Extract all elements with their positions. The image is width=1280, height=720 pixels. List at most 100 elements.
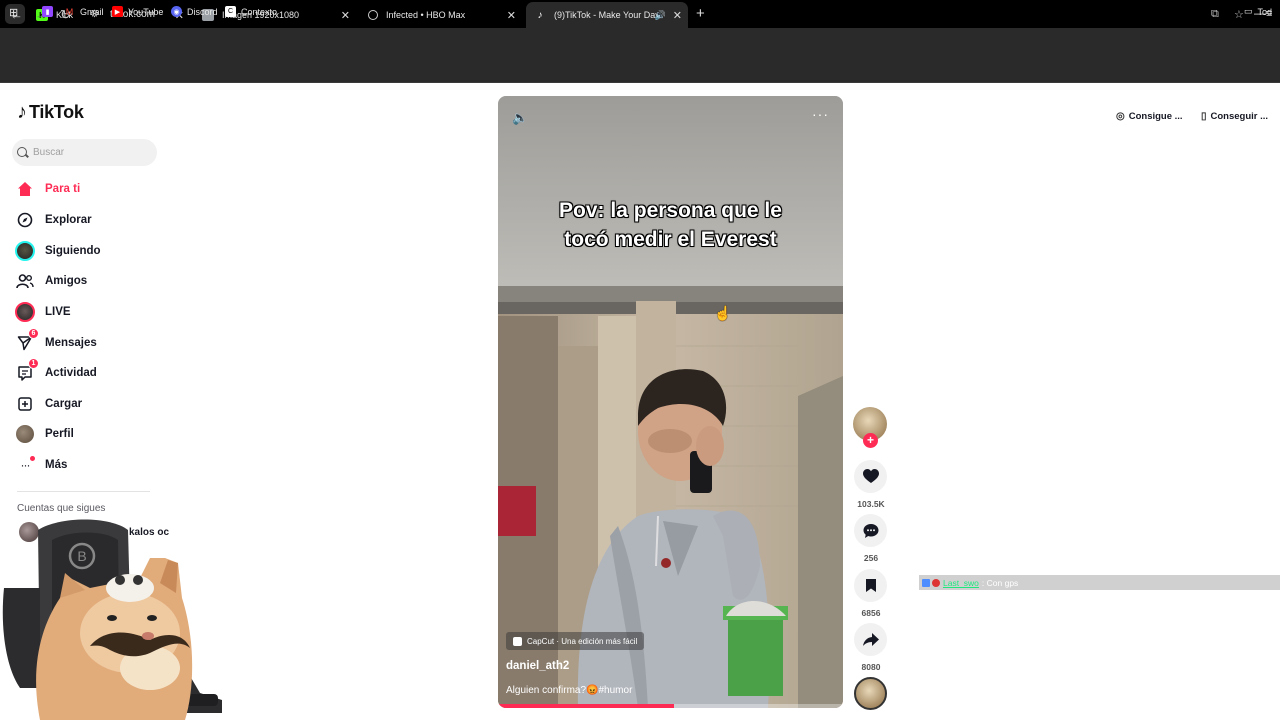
gmail-icon: M <box>65 6 74 17</box>
tab-title: (9)TikTok - Make Your Day <box>554 10 660 20</box>
following-section-title: Cuentas que sigues <box>17 503 106 514</box>
notification-dot <box>30 456 35 461</box>
nav-mensajes[interactable]: 6 Mensajes <box>14 328 97 355</box>
new-tab-button[interactable]: + <box>696 6 705 21</box>
capcut-tag[interactable]: CapCut · Una edición más fácil <box>506 632 645 650</box>
profile-avatar-icon <box>14 423 36 445</box>
mouse-cursor-icon: ☝ <box>714 305 732 321</box>
nav-explorar[interactable]: Explorar <box>14 208 92 232</box>
folder-icon: ▭ <box>1244 6 1253 16</box>
video-progress-bar[interactable] <box>498 704 843 708</box>
sidebar-divider <box>17 491 150 492</box>
following-avatar-icon <box>14 240 36 262</box>
contexto-icon: C <box>225 6 236 17</box>
chat-badge-icon <box>932 578 940 587</box>
cat-gaming-chair-overlay: B <box>2 519 222 720</box>
nav-label: Siguiendo <box>45 245 101 257</box>
live-avatar-icon <box>14 301 36 323</box>
nav-live[interactable]: LIVE <box>14 300 71 324</box>
like-count: 103.5K <box>857 499 885 509</box>
bookmark-youtube[interactable]: ▶ YouTube <box>112 6 163 17</box>
get-app-button[interactable]: ▯ Conseguir ... <box>1201 111 1268 122</box>
bookmark-gmail[interactable]: M Gmail <box>64 6 104 17</box>
video-username[interactable]: daniel_ath2 <box>506 660 569 672</box>
bookmarks-bar <box>0 58 1280 83</box>
like-button[interactable] <box>854 460 887 493</box>
bookmark-star-icon[interactable]: ☆ <box>1234 8 1244 21</box>
bookmark-label: Contexto <box>241 6 278 17</box>
nav-label: Explorar <box>45 214 92 226</box>
tiktok-logo[interactable]: ♪ TikTok <box>17 101 84 124</box>
search-bar[interactable] <box>12 139 157 166</box>
follow-plus-button[interactable]: + <box>863 433 878 448</box>
nav-label: LIVE <box>45 306 71 318</box>
nav-actividad[interactable]: 1 Actividad <box>14 358 97 385</box>
apps-grid-icon[interactable]: ⊞ <box>9 6 18 19</box>
close-icon[interactable]: ✕ <box>507 9 516 22</box>
save-count: 6856 <box>861 608 881 618</box>
button-label: Conseguir ... <box>1210 111 1269 122</box>
close-icon[interactable]: ✕ <box>673 9 682 22</box>
comment-icon <box>863 523 878 538</box>
nav-label: Más <box>45 459 68 471</box>
bookmark-icon <box>865 579 876 592</box>
nav-label: Perfil <box>45 428 74 440</box>
capcut-label: CapCut · Una edición más fácil <box>527 636 638 646</box>
comment-button[interactable] <box>854 514 887 547</box>
comment-count: 256 <box>863 553 879 563</box>
twitch-icon: ▮ <box>42 6 53 17</box>
save-button[interactable] <box>854 569 887 602</box>
bookmark-label: Tod <box>1257 6 1273 17</box>
nav-label: Para ti <box>45 183 81 195</box>
nav-label: Cargar <box>45 398 83 410</box>
svg-text:B: B <box>77 548 86 564</box>
phone-icon: ▯ <box>1201 111 1207 122</box>
search-icon <box>16 146 30 160</box>
activity-icon: 1 <box>14 358 39 384</box>
install-app-icon[interactable]: ⧉ <box>1211 8 1219 21</box>
stream-chat-message: Last_swo : Con gps <box>919 575 1280 590</box>
home-icon <box>14 178 36 200</box>
discord-icon: ◉ <box>171 6 182 17</box>
speaker-icon[interactable]: 🔊 <box>655 10 666 21</box>
share-button[interactable] <box>854 623 887 656</box>
bookmark-label: YouTube <box>128 6 164 17</box>
bookmark-discord[interactable]: ◉ Discord <box>171 6 218 17</box>
get-coins-button[interactable]: ◎ Consigue ... <box>1116 111 1183 122</box>
nav-label: Mensajes <box>45 337 97 349</box>
compass-icon <box>14 209 36 231</box>
tab-title: Infected • HBO Max <box>386 10 466 20</box>
video-caption-line2: tocó medir el Everest <box>564 228 777 251</box>
nav-perfil[interactable]: Perfil <box>14 422 74 446</box>
music-disc-avatar[interactable] <box>854 677 887 710</box>
twitch-bookmark[interactable]: ▮ <box>42 6 58 17</box>
globe-icon <box>368 10 378 20</box>
coin-icon: ◎ <box>1116 111 1125 122</box>
bookmark-label: Gmail <box>80 6 104 17</box>
tab-hbo[interactable]: Infected • HBO Max ✕ <box>360 2 522 28</box>
heart-icon <box>862 469 879 483</box>
chat-username: Last_swo <box>943 577 979 588</box>
youtube-icon: ▶ <box>112 6 123 17</box>
nav-para-ti[interactable]: Para ti <box>14 177 80 201</box>
more-options-icon[interactable]: ··· <box>812 106 829 122</box>
close-icon[interactable]: ✕ <box>341 9 350 22</box>
nav-siguiendo[interactable]: Siguiendo <box>14 239 101 263</box>
nav-mas[interactable]: ··· Más <box>14 453 67 477</box>
chat-badge-icon <box>922 578 930 587</box>
friends-icon <box>14 270 36 292</box>
messages-icon: 6 <box>14 328 39 354</box>
bookmark-contexto[interactable]: C Contexto <box>225 6 277 17</box>
upload-icon <box>14 393 36 415</box>
nav-cargar[interactable]: Cargar <box>14 392 82 416</box>
notification-badge: 6 <box>28 328 39 339</box>
notification-badge: 1 <box>28 358 39 369</box>
nav-label: Amigos <box>45 275 88 287</box>
nav-amigos[interactable]: Amigos <box>14 269 87 293</box>
tab-tiktok[interactable]: ♪ (9)TikTok - Make Your Day 🔊 ✕ <box>526 2 688 28</box>
bookmark-folder-all[interactable]: ▭ Tod <box>1244 6 1272 17</box>
mute-icon[interactable]: 🔈 <box>512 110 528 126</box>
search-input[interactable] <box>33 147 143 158</box>
video-progress-fill <box>498 704 674 708</box>
video-player[interactable]: 🔈 ··· Pov: la persona que le tocó medir … <box>498 96 843 708</box>
